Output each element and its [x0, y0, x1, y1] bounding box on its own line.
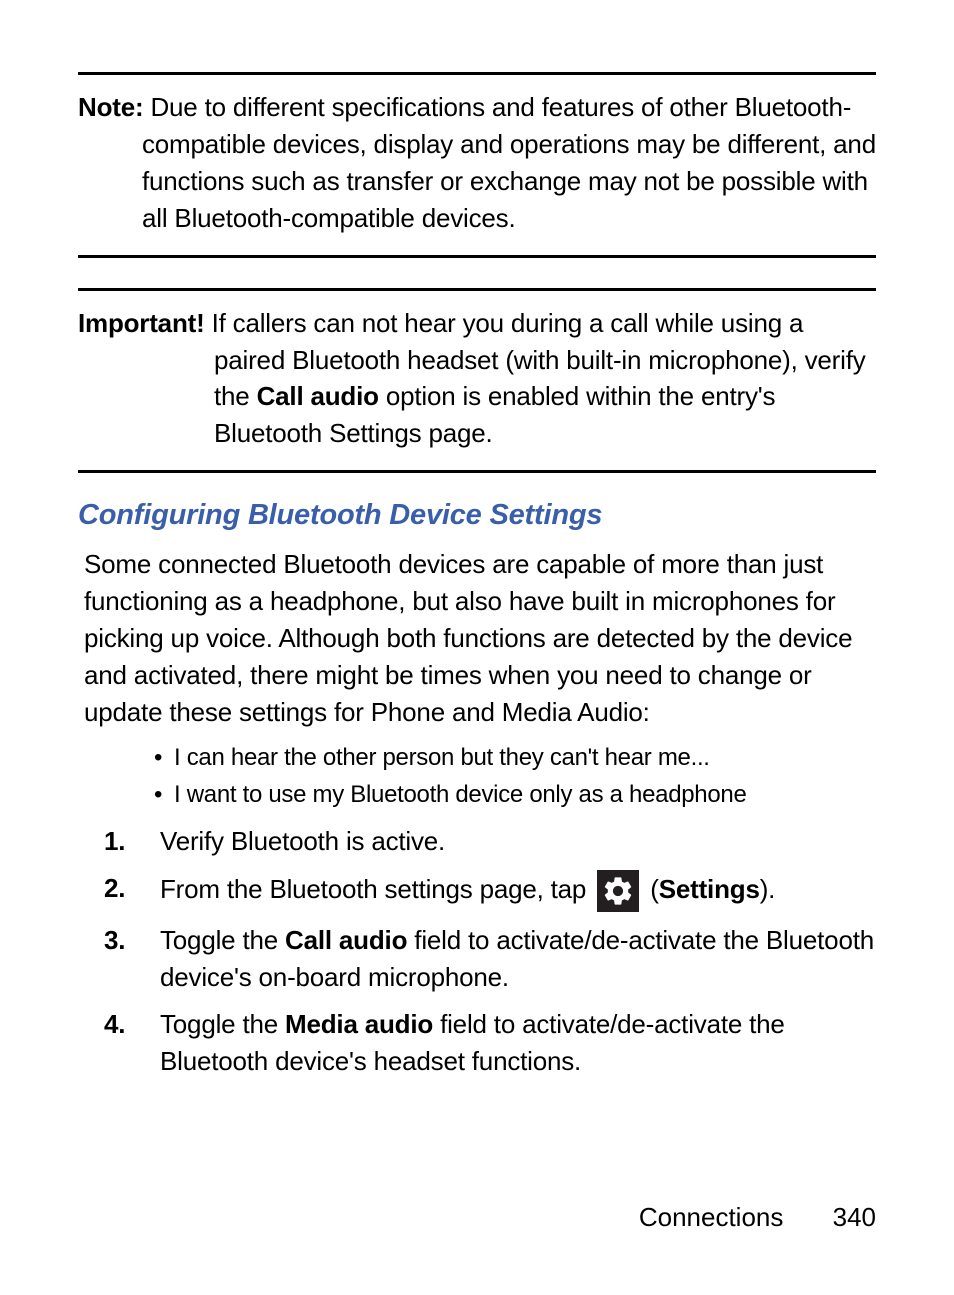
section-heading: Configuring Bluetooth Device Settings — [78, 499, 876, 532]
list-item: I can hear the other person but they can… — [174, 739, 876, 776]
step-paren-close: ). — [760, 874, 775, 904]
step-number: 2. — [104, 870, 125, 907]
step-number: 4. — [104, 1006, 125, 1043]
page-footer: Connections 340 — [639, 1202, 876, 1233]
important-box: Important! If callers can not hear you d… — [78, 288, 876, 474]
note-line1: Due to different specifications and feat… — [143, 92, 851, 122]
step-number: 3. — [104, 922, 125, 959]
important-line1: If callers can not hear you during a cal… — [205, 308, 804, 338]
step-item: 1. Verify Bluetooth is active. — [104, 823, 876, 860]
step-item: 4. Toggle the Media audio field to activ… — [104, 1006, 876, 1080]
step-paren-open: ( — [650, 874, 658, 904]
important-continuation: paired Bluetooth headset (with built-in … — [78, 342, 876, 453]
important-text: Important! If callers can not hear you d… — [78, 305, 876, 453]
settings-bold: Settings — [659, 874, 760, 904]
important-label: Important! — [78, 308, 205, 338]
list-item: I want to use my Bluetooth device only a… — [174, 776, 876, 813]
step-number: 1. — [104, 823, 125, 860]
step-text: Verify Bluetooth is active. — [160, 826, 445, 856]
intro-paragraph: Some connected Bluetooth devices are cap… — [78, 546, 876, 731]
footer-section: Connections — [639, 1202, 784, 1232]
call-audio-bold: Call audio — [285, 925, 407, 955]
step-item: 3. Toggle the Call audio field to activa… — [104, 922, 876, 996]
step-text-before: From the Bluetooth settings page, tap — [160, 874, 593, 904]
note-continuation: compatible devices, display and operatio… — [78, 126, 876, 237]
step-list: 1. Verify Bluetooth is active. 2. From t… — [78, 823, 876, 1080]
step-text-before: Toggle the — [160, 1009, 285, 1039]
call-audio-bold: Call audio — [257, 381, 379, 411]
step-item: 2. From the Bluetooth settings page, tap… — [104, 870, 876, 912]
footer-page-number: 340 — [833, 1202, 876, 1232]
note-box: Note: Due to different specifications an… — [78, 72, 876, 258]
gear-icon — [597, 870, 639, 912]
bullet-list: I can hear the other person but they can… — [78, 739, 876, 813]
step-text-before: Toggle the — [160, 925, 285, 955]
note-text: Note: Due to different specifications an… — [78, 89, 876, 237]
media-audio-bold: Media audio — [285, 1009, 433, 1039]
note-label: Note: — [78, 92, 143, 122]
